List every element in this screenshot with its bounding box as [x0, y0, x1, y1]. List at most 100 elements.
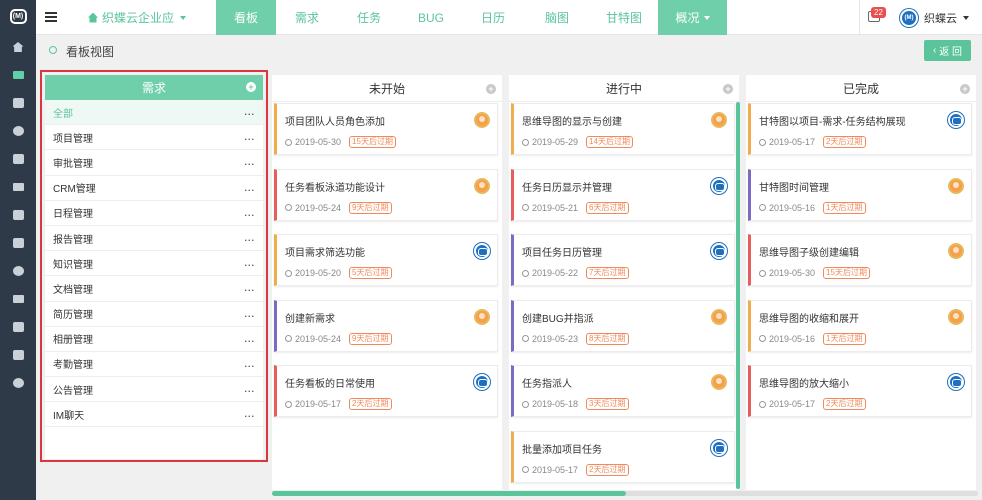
user-menu[interactable]: (M) 织蝶云	[900, 0, 969, 35]
more-icon[interactable]: ...	[244, 132, 255, 142]
brand-dropdown[interactable]: 织蝶云企业应	[88, 0, 187, 35]
task-card[interactable]: 甘特图时间管理 2019-05-16 1天后过期	[748, 168, 972, 221]
chevron-down-icon	[703, 15, 710, 20]
card-meta: 2019-05-23 8天后过期	[522, 332, 629, 345]
card-title: 任务日历显示并管理	[522, 182, 612, 194]
settings-icon[interactable]	[0, 369, 36, 397]
tab-label: BUG	[417, 10, 444, 25]
task-card[interactable]: 任务看板的日常使用 2019-05-17 2天后过期	[274, 365, 498, 417]
more-icon[interactable]: ...	[244, 107, 255, 117]
category-item[interactable]: 审批管理...	[45, 150, 263, 176]
calendar-icon[interactable]	[0, 145, 36, 173]
add-card-icon[interactable]: +	[723, 84, 733, 94]
assignee-avatar[interactable]	[948, 308, 964, 325]
assignee-avatar[interactable]	[711, 112, 727, 128]
task-card[interactable]: 思维导图的收缩和展开 2019-05-16 1天后过期	[748, 299, 972, 352]
more-icon[interactable]: ...	[244, 208, 255, 218]
more-icon[interactable]: ...	[244, 258, 255, 268]
task-card[interactable]: 任务日历显示并管理 2019-05-21 6天后过期	[511, 168, 735, 221]
tab-kanban[interactable]: 看板	[216, 0, 276, 35]
add-card-icon[interactable]: +	[960, 84, 970, 94]
assignee-avatar[interactable]	[948, 243, 964, 259]
more-icon[interactable]: ...	[244, 309, 255, 319]
task-card[interactable]: 创建BUG并指派 2019-05-23 8天后过期	[511, 299, 735, 352]
more-icon[interactable]: ...	[244, 409, 255, 419]
tab-requirements[interactable]: 需求	[276, 0, 338, 35]
assignee-avatar[interactable]	[711, 374, 727, 390]
task-card[interactable]: 思维导图的显示与创建 2019-05-29 14天后过期	[511, 103, 735, 155]
category-item[interactable]: 项目管理...	[45, 125, 263, 151]
assignee-avatar[interactable]	[474, 374, 490, 390]
task-card[interactable]: 创建新需求 2019-05-24 9天后过期	[274, 299, 498, 352]
card-title: 思维导图的收缩和展开	[759, 313, 859, 325]
category-item[interactable]: 知识管理...	[45, 251, 263, 277]
tab-overview[interactable]: 概况	[658, 0, 727, 35]
category-item[interactable]: IM聊天...	[45, 402, 263, 428]
tab-calendar[interactable]: 日历	[462, 0, 524, 35]
category-item[interactable]: 相册管理...	[45, 327, 263, 352]
vertical-scrollbar[interactable]	[736, 102, 740, 489]
image-icon[interactable]	[0, 285, 36, 313]
add-icon[interactable]: +	[246, 82, 256, 92]
task-card[interactable]: 思维导图的放大缩小 2019-05-17 2天后过期	[748, 365, 972, 417]
book-icon[interactable]	[0, 201, 36, 229]
task-card[interactable]: 甘特图以项目-需求-任务结构展现 2019-05-17 2天后过期	[748, 103, 972, 155]
task-card[interactable]: 项目任务日历管理 2019-05-22 7天后过期	[511, 234, 735, 286]
more-icon[interactable]: ...	[244, 283, 255, 293]
tab-tasks[interactable]: 任务	[338, 0, 400, 35]
scrollbar-thumb[interactable]	[272, 491, 626, 496]
assignee-avatar[interactable]	[948, 374, 964, 390]
more-icon[interactable]: ...	[244, 359, 255, 369]
assignee-avatar[interactable]	[474, 308, 490, 325]
task-card[interactable]: 任务看板泳道功能设计 2019-05-24 9天后过期	[274, 168, 498, 221]
briefcase-icon[interactable]	[0, 89, 36, 117]
chevron-down-icon	[963, 15, 969, 20]
logo-icon[interactable]: (M)	[0, 0, 36, 33]
tab-bug[interactable]: BUG	[400, 0, 462, 35]
category-item[interactable]: 考勤管理...	[45, 352, 263, 378]
task-card[interactable]: 批量添加项目任务 2019-05-17 2天后过期	[511, 430, 735, 483]
category-item[interactable]: 报告管理...	[45, 226, 263, 252]
columns-icon[interactable]	[0, 229, 36, 257]
assignee-avatar[interactable]	[948, 177, 964, 194]
assignee-avatar[interactable]	[711, 439, 727, 456]
task-card[interactable]: 思维导图子级创建编辑 2019-05-30 15天后过期	[748, 234, 972, 286]
horizontal-scrollbar[interactable]	[272, 491, 978, 496]
more-icon[interactable]: ...	[244, 384, 255, 394]
chevron-down-icon	[180, 15, 187, 20]
megaphone-icon[interactable]	[0, 313, 36, 341]
person-icon[interactable]	[0, 257, 36, 285]
category-item[interactable]: 全部...	[45, 100, 263, 126]
back-button[interactable]: ‹ 返 回	[924, 40, 971, 61]
more-icon[interactable]: ...	[244, 183, 255, 193]
more-icon[interactable]: ...	[244, 157, 255, 167]
add-card-icon[interactable]: +	[486, 84, 496, 94]
users-icon[interactable]	[0, 117, 36, 145]
hammer-icon[interactable]	[0, 341, 36, 369]
assignee-avatar[interactable]	[474, 112, 490, 128]
assignee-avatar[interactable]	[474, 177, 490, 194]
assignee-avatar[interactable]	[711, 243, 727, 259]
tab-gantt[interactable]: 甘特图	[590, 0, 658, 35]
card-title: 思维导图子级创建编辑	[759, 248, 859, 259]
category-item[interactable]: 公告管理...	[45, 377, 263, 403]
assignee-avatar[interactable]	[711, 177, 727, 194]
tab-mindmap[interactable]: 脑图	[524, 0, 590, 35]
home-icon[interactable]	[0, 33, 36, 61]
assignee-avatar[interactable]	[948, 112, 964, 128]
more-icon[interactable]: ...	[244, 233, 255, 243]
task-card[interactable]: 项目团队人员角色添加 2019-05-30 15天后过期	[274, 103, 498, 155]
category-item[interactable]: 日程管理...	[45, 201, 263, 226]
task-card[interactable]: 任务指派人 2019-05-18 3天后过期	[511, 365, 735, 417]
task-card[interactable]: 项目需求筛选功能 2019-05-20 5天后过期	[274, 234, 498, 286]
table-icon[interactable]	[0, 173, 36, 201]
more-icon[interactable]: ...	[244, 334, 255, 344]
menu-toggle-icon[interactable]	[45, 12, 57, 22]
list-icon[interactable]	[0, 61, 36, 89]
category-item[interactable]: CRM管理...	[45, 176, 263, 201]
assignee-avatar[interactable]	[711, 308, 727, 325]
category-item[interactable]: 简历管理...	[45, 302, 263, 327]
card-date: 2019-05-23	[532, 333, 579, 344]
category-item[interactable]: 文档管理...	[45, 276, 263, 302]
assignee-avatar[interactable]	[474, 243, 490, 259]
